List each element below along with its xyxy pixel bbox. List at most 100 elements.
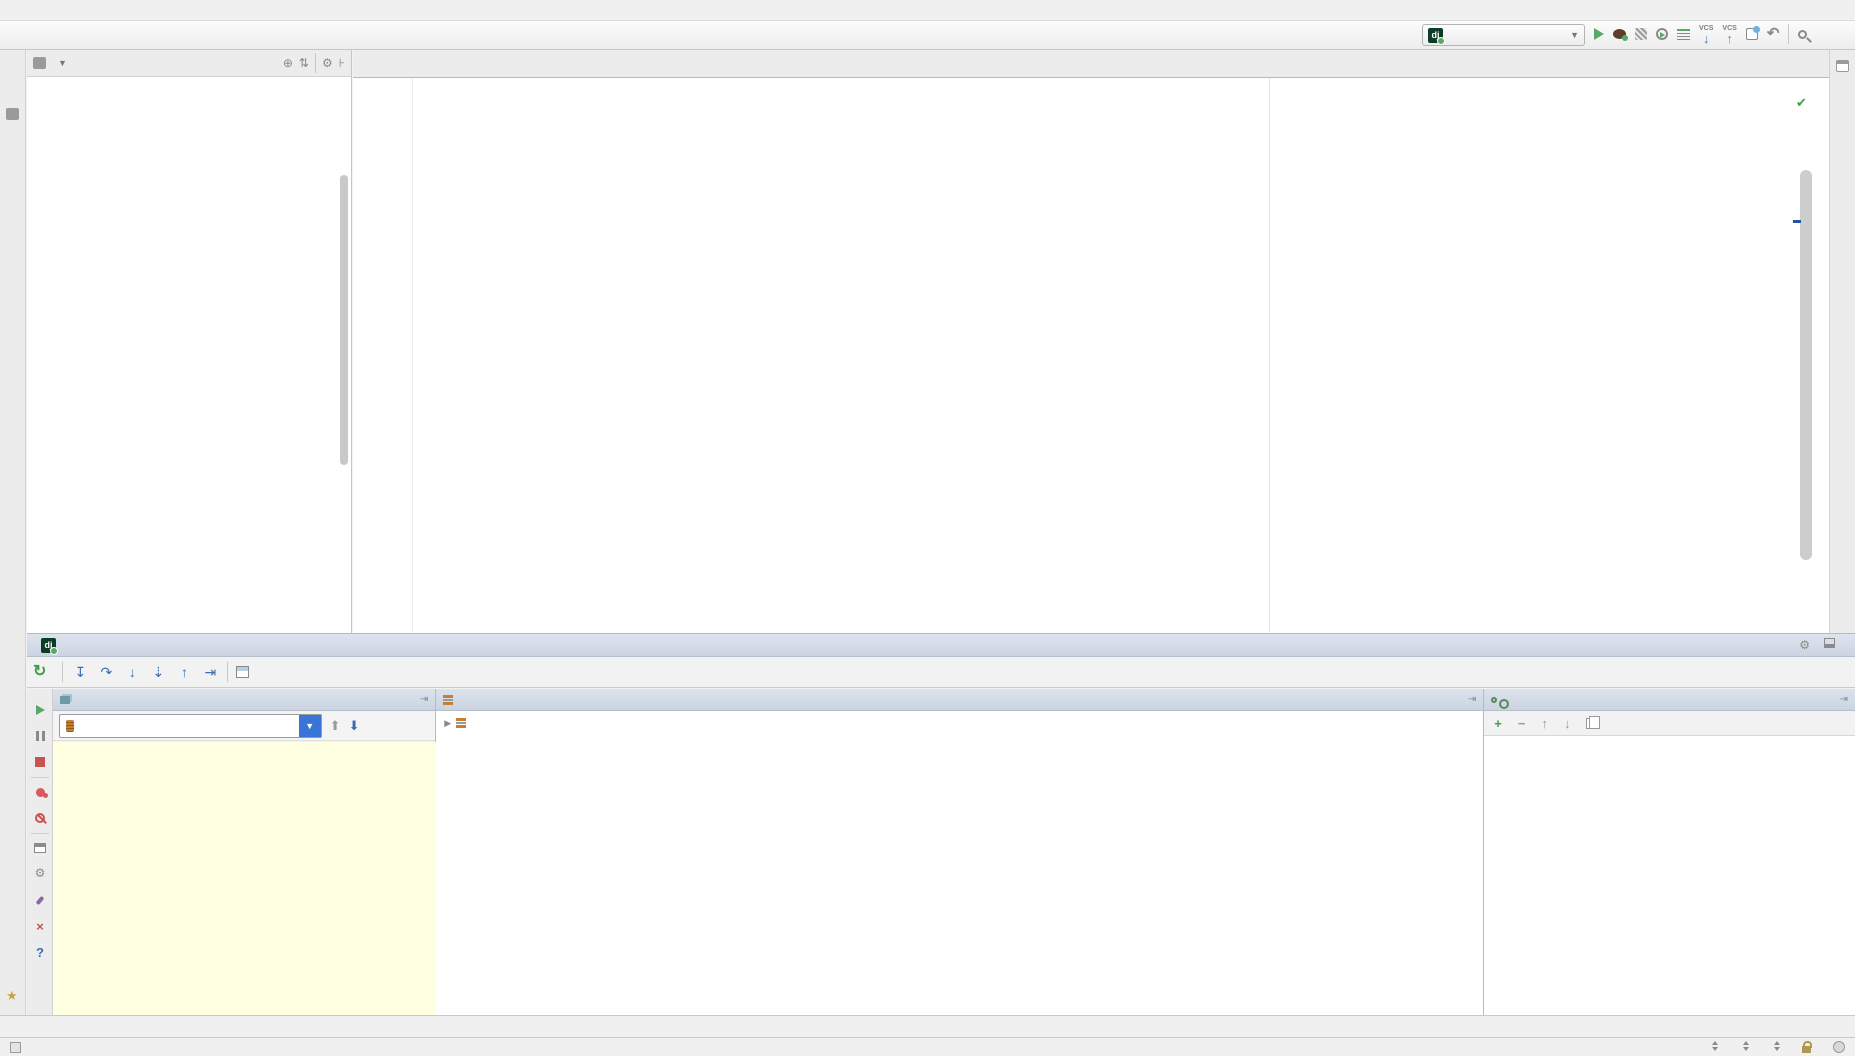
debug-title-bar: dj ⚙ <box>27 634 1855 657</box>
mute-breakpoints-button[interactable] <box>33 811 47 826</box>
next-frame-button[interactable]: ⬇ <box>349 718 360 734</box>
show-execution-point-button[interactable]: ↧ <box>71 665 89 679</box>
chevron-down-icon: ▼ <box>58 58 67 68</box>
help-button[interactable]: ? <box>33 945 47 960</box>
step-into-my-code-button[interactable]: ⇣ <box>149 665 167 679</box>
object-icon <box>456 718 466 728</box>
step-over-button[interactable]: ↷ <box>97 665 115 679</box>
thread-dropdown-button[interactable]: ▼ <box>299 715 321 737</box>
variable-row[interactable]: ▶ <box>436 712 1483 734</box>
vcs-update-button[interactable]: VCS↓ <box>1699 24 1713 44</box>
execution-line-marker <box>1793 220 1801 223</box>
shelve-icon[interactable] <box>1746 28 1758 40</box>
step-out-button[interactable]: ↑ <box>175 665 193 679</box>
watches-toolbar: + − ↑ ↓ <box>1484 711 1855 736</box>
remove-watch-button[interactable]: − <box>1518 716 1526 731</box>
editor-tab-bar <box>353 50 1829 78</box>
add-watch-button[interactable]: + <box>1494 716 1502 731</box>
run-configuration-select[interactable]: dj ▼ <box>1422 24 1585 46</box>
move-watch-down-button[interactable]: ↓ <box>1564 716 1571 731</box>
hide-panel-button[interactable]: ⊦ <box>339 56 345 70</box>
evaluate-expression-button[interactable] <box>236 666 249 678</box>
django-run-config-icon: dj <box>1428 28 1443 43</box>
editor-area: ✔ <box>353 50 1829 633</box>
pause-button[interactable] <box>33 729 47 744</box>
pin-icon[interactable]: ⇥ <box>420 694 428 705</box>
right-tool-window-stripe <box>1829 50 1855 633</box>
settings-gear-icon[interactable]: ⚙ <box>33 865 47 880</box>
coverage-button[interactable] <box>1635 28 1647 40</box>
expand-arrow-icon[interactable]: ▶ <box>444 718 451 729</box>
code-editor[interactable] <box>353 78 1829 633</box>
toolbar-separator <box>1788 24 1789 44</box>
chevron-updown-icon <box>1711 1041 1718 1051</box>
debug-tool-window: dj ⚙ ↻ ↧ ↷ ↓ ⇣ ↑ ⇥ ⚙ × ? <box>27 633 1855 1015</box>
locate-file-button[interactable]: ⊕ <box>283 56 293 70</box>
watches-pane-header: ⇥ <box>1484 689 1855 711</box>
no-watches-message <box>1484 737 1855 1016</box>
vcs-commit-button[interactable]: VCS↑ <box>1722 24 1736 44</box>
encoding-select[interactable] <box>1740 1040 1749 1054</box>
rerun-button[interactable]: ↻ <box>33 664 46 680</box>
frames-pane-header: ⇥ <box>53 689 436 711</box>
background-task-icon <box>10 1042 21 1053</box>
toolbar-separator <box>227 662 228 682</box>
project-panel: ▼ ⊕ ⇅ ⚙ ⊦ <box>27 50 352 633</box>
pin-icon[interactable]: ⇥ <box>1840 694 1848 705</box>
stop-button[interactable] <box>33 755 47 770</box>
editor-scrollbar[interactable] <box>1800 170 1812 560</box>
pin-tab-button[interactable] <box>33 893 47 908</box>
pin-icon[interactable]: ⇥ <box>1468 694 1476 705</box>
debug-toolbar: ↻ ↧ ↷ ↓ ⇣ ↑ ⇥ <box>27 657 1855 688</box>
frames-list <box>53 742 442 1016</box>
line-separator-select[interactable] <box>1709 1040 1718 1054</box>
debugger-side-toolbar: ⚙ × ? <box>27 689 53 1016</box>
step-into-button[interactable]: ↓ <box>123 665 141 679</box>
restore-layout-button[interactable] <box>33 841 47 856</box>
watches-icon <box>1491 697 1497 703</box>
chevron-down-icon: ▼ <box>1570 30 1579 40</box>
copy-icon[interactable] <box>1586 718 1595 729</box>
watches-pane: ⇥ + − ↑ ↓ <box>1484 689 1855 1016</box>
variables-pane-header: ⇥ <box>436 689 1483 711</box>
collapse-all-button[interactable]: ⇅ <box>299 56 309 70</box>
database-tool-icon <box>1836 60 1849 72</box>
thread-select[interactable]: ▼ <box>59 714 322 738</box>
profiler-button[interactable] <box>1656 28 1668 40</box>
view-breakpoints-button[interactable] <box>33 785 47 800</box>
gear-icon[interactable]: ⚙ <box>1799 638 1810 652</box>
debug-button[interactable] <box>1613 29 1626 39</box>
inspector-hector-icon[interactable] <box>1833 1041 1845 1053</box>
lock-icon[interactable] <box>1802 1046 1811 1053</box>
tool-window-bar <box>0 1015 1855 1037</box>
run-button[interactable] <box>1594 28 1604 40</box>
frames-icon <box>60 696 70 704</box>
chevron-updown-icon <box>1742 1041 1749 1051</box>
inspections-ok-icon: ✔ <box>1796 95 1807 111</box>
chevron-updown-icon <box>1773 1041 1780 1051</box>
project-view-select[interactable]: ▼ <box>33 57 67 69</box>
vcs-branch-select[interactable] <box>1771 1040 1780 1054</box>
django-run-config-icon: dj <box>41 638 56 653</box>
run-to-cursor-button[interactable]: ⇥ <box>201 665 219 679</box>
previous-frame-button[interactable]: ⬆ <box>330 718 341 734</box>
variables-icon <box>443 695 453 705</box>
move-watch-up-button[interactable]: ↑ <box>1541 716 1548 731</box>
search-everywhere-button[interactable] <box>1798 30 1807 39</box>
close-icon[interactable]: × <box>33 919 47 934</box>
status-bar <box>0 1037 1855 1056</box>
menu-bar <box>0 0 1855 21</box>
left-tool-window-stripe: ★ <box>0 50 26 1015</box>
hide-panel-button[interactable] <box>1824 638 1835 648</box>
thread-icon <box>66 720 74 732</box>
gear-icon[interactable]: ⚙ <box>322 56 333 70</box>
run-manage-task-button[interactable] <box>1677 29 1690 40</box>
thread-selector-row: ▼ ⬆ ⬇ <box>53 711 436 741</box>
frames-pane: ⇥ ▼ ⬆ ⬇ <box>53 689 437 1016</box>
project-icon <box>33 57 46 69</box>
project-panel-header: ▼ ⊕ ⇅ ⚙ ⊦ <box>27 50 351 77</box>
variables-pane: ⇥ ▶ <box>436 689 1484 1016</box>
undo-button[interactable]: ↶ <box>1767 28 1780 40</box>
resume-button[interactable] <box>33 703 47 718</box>
project-tree-scrollbar[interactable] <box>340 175 348 465</box>
